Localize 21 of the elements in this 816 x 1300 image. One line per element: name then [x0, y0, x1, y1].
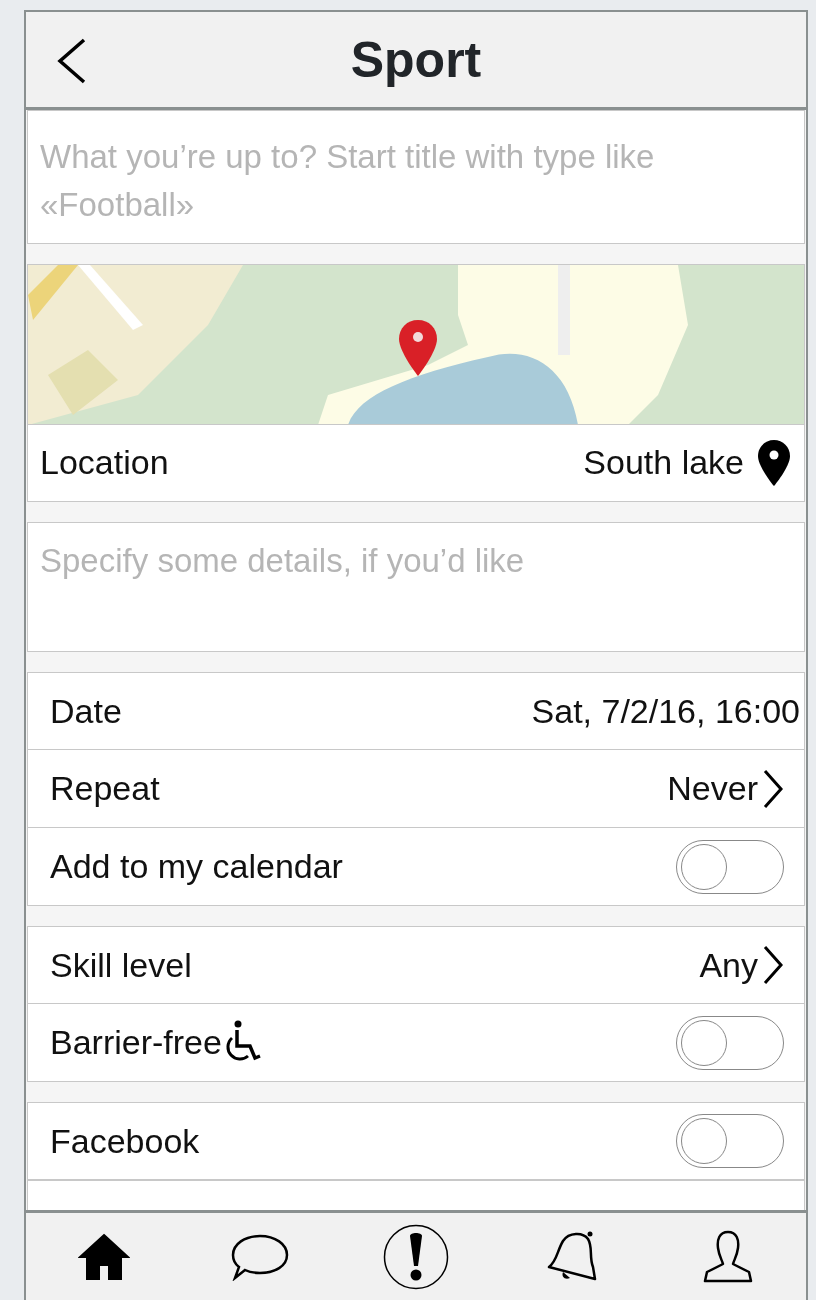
screen-title: Sport — [350, 30, 482, 90]
row-label: Add to my calendar — [50, 846, 343, 887]
toggle-switch[interactable] — [676, 1015, 784, 1070]
details-field[interactable]: Specify some details, if you’d like — [27, 521, 805, 652]
row-value: Any — [699, 944, 758, 986]
chevron-icon — [762, 945, 784, 985]
toggle-switch[interactable] — [676, 839, 784, 894]
row-label: Date — [50, 690, 122, 732]
title-field[interactable]: What you’re up to? Start title with type like «Football» — [27, 110, 805, 244]
map-pin-icon — [398, 319, 438, 376]
toggle-switch[interactable] — [676, 1114, 784, 1168]
row-label: Facebook — [50, 1120, 200, 1162]
chevron-icon — [762, 768, 784, 809]
row-value: Never — [667, 768, 758, 809]
location-value: South lake — [583, 442, 744, 484]
row-label: Barrier-free — [50, 1022, 222, 1063]
row-value: Sat, 7/2/16, 16:00 — [531, 690, 800, 732]
row-label: Location — [40, 442, 169, 484]
location-pin-icon — [758, 439, 790, 486]
row-label: Repeat — [50, 768, 160, 809]
row-label: Skill level — [50, 944, 192, 986]
